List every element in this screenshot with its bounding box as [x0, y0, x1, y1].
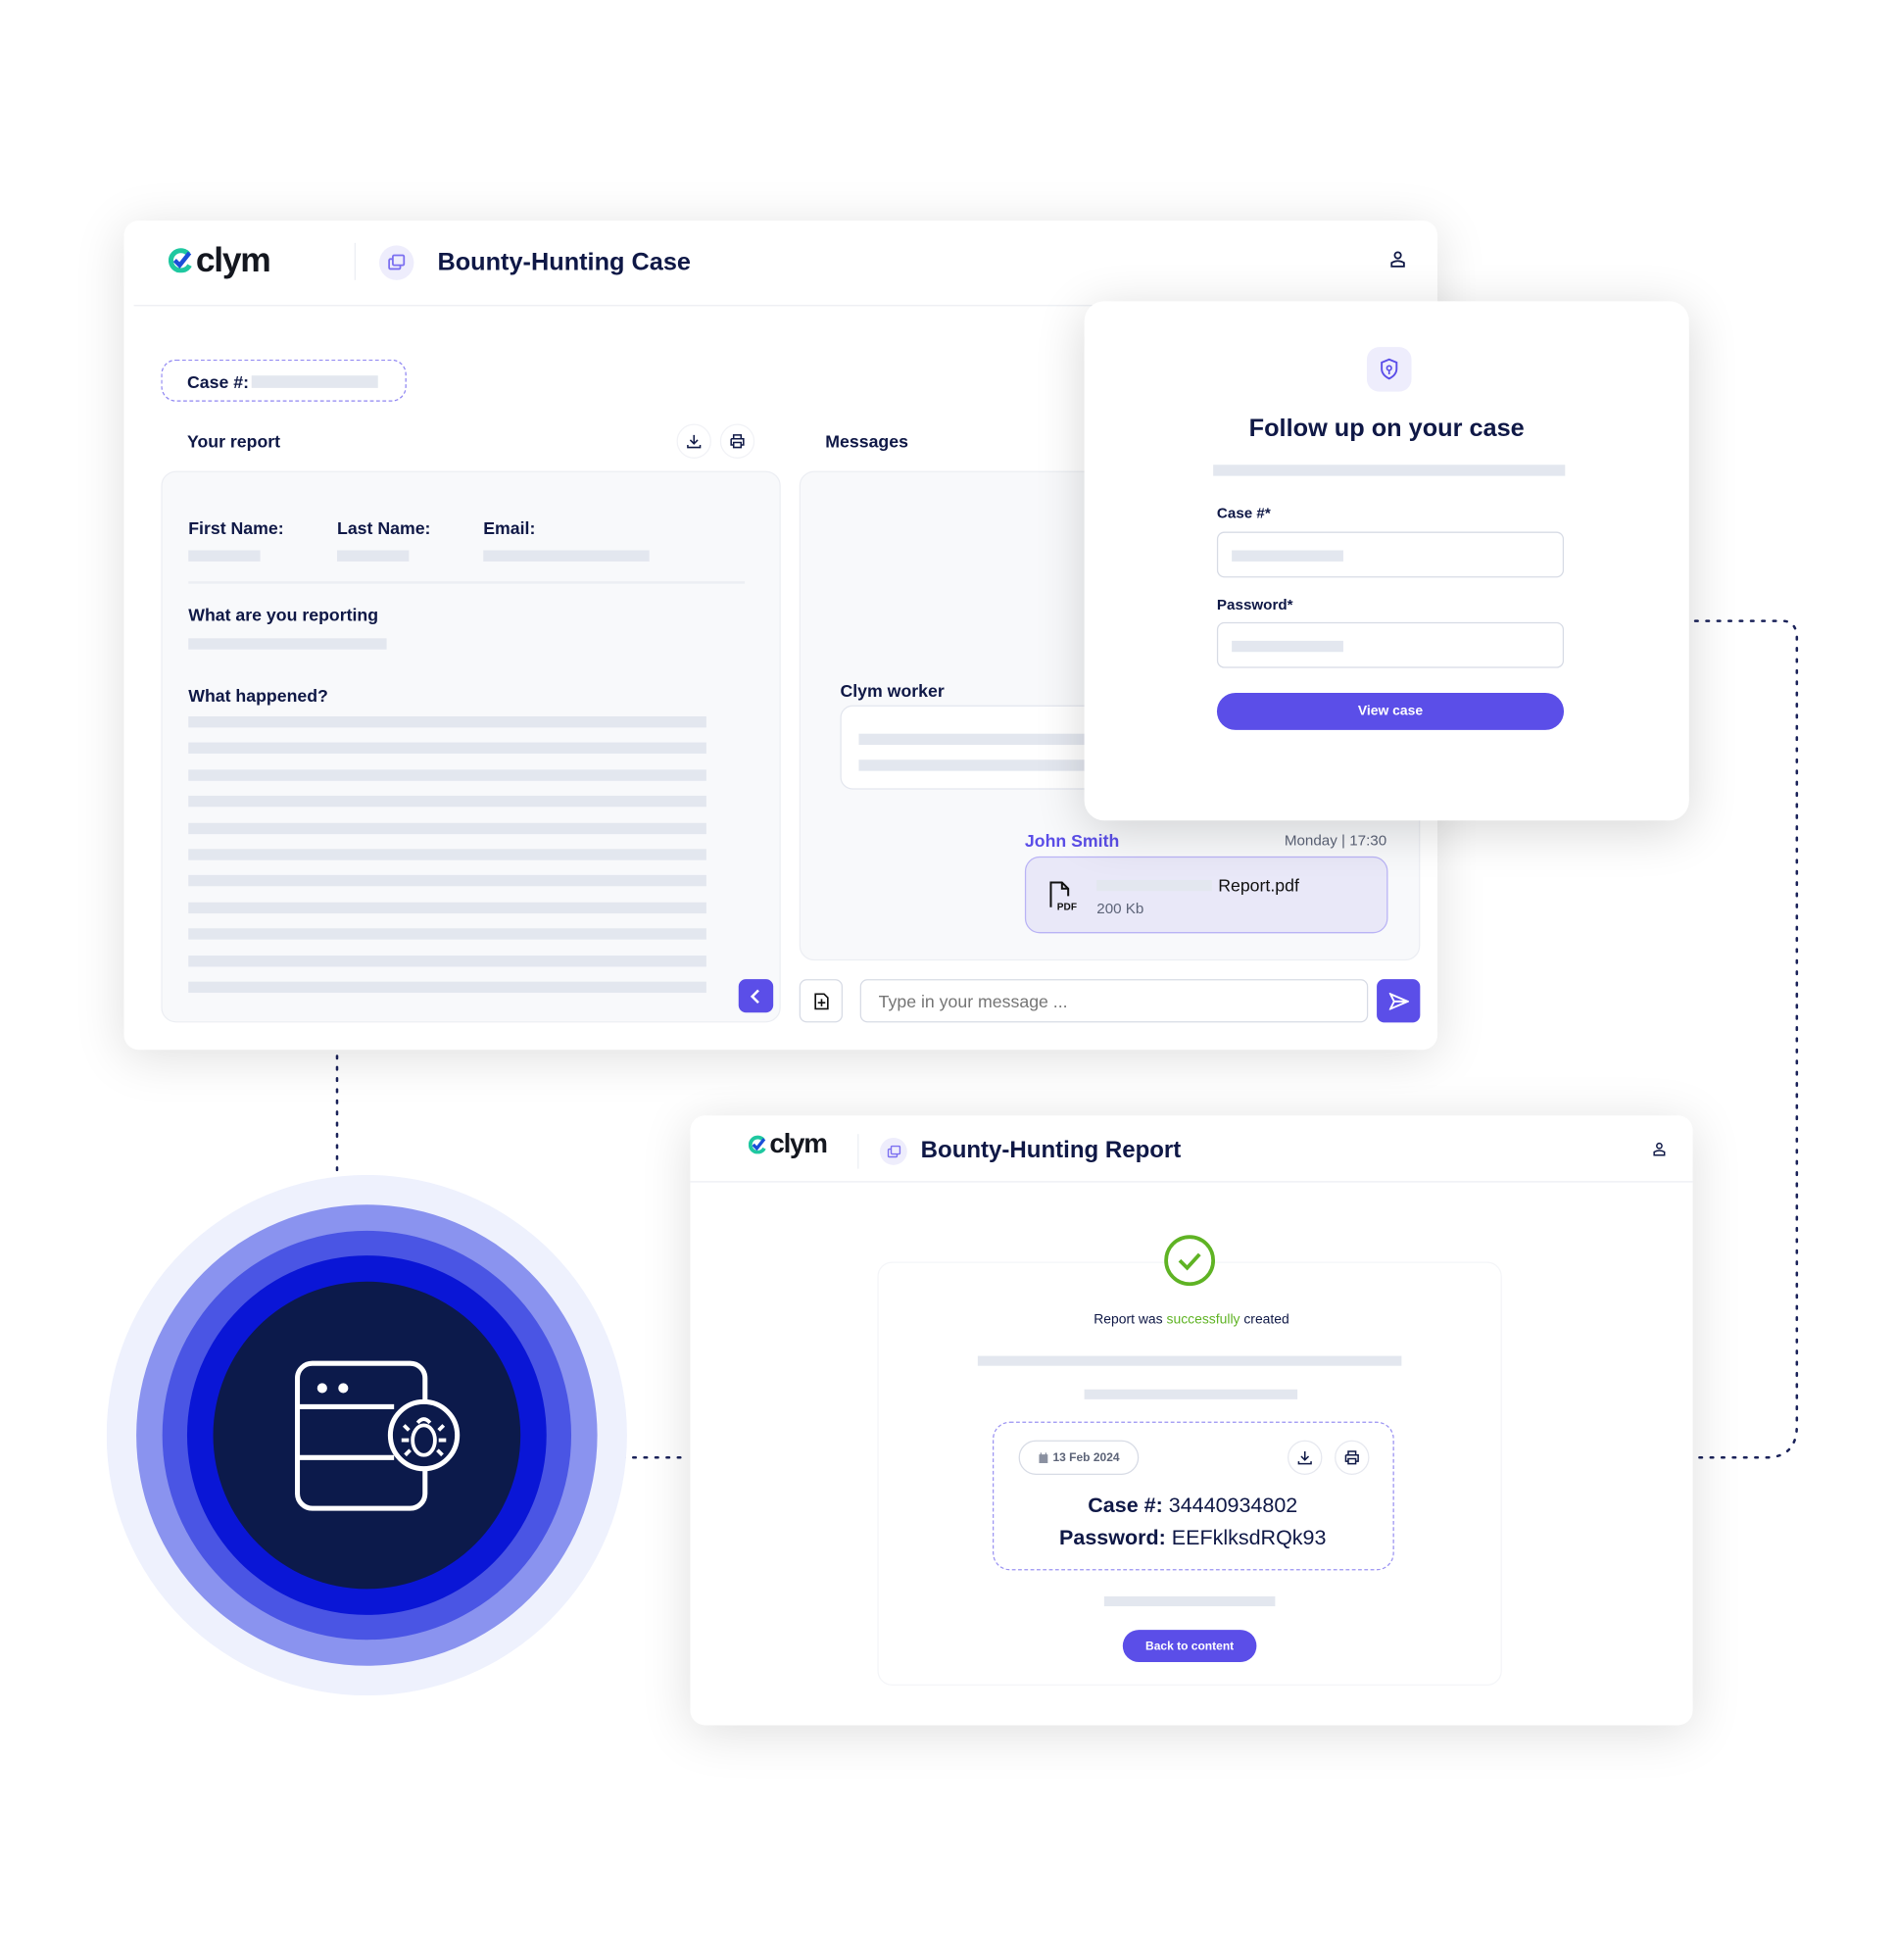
report-window: clym Bounty-Hunting Report Report was su… [690, 1115, 1693, 1726]
text-line-placeholder [188, 875, 706, 887]
case-number-label: Case #: [186, 371, 249, 392]
your-report-heading: Your report [186, 431, 281, 452]
download-icon [1297, 1450, 1312, 1465]
fields-divider [188, 581, 746, 584]
placeholder-line [977, 1355, 1402, 1366]
attach-file-button[interactable] [799, 979, 843, 1023]
email-value [483, 550, 650, 562]
header-divider [857, 1134, 859, 1169]
text-line-placeholder [188, 796, 706, 808]
view-case-button[interactable]: View case [1216, 692, 1565, 730]
download-button[interactable] [1288, 1440, 1323, 1475]
case-number-placeholder [251, 375, 378, 388]
page-title: Bounty-Hunting Case [437, 249, 691, 277]
success-message: Report was successfully created [1094, 1312, 1289, 1328]
print-button[interactable] [1335, 1440, 1370, 1475]
bug-server-icon [106, 1174, 627, 1696]
text-line-placeholder [188, 769, 706, 781]
clym-logo: clym [748, 1127, 828, 1160]
placeholder-line [1103, 1595, 1276, 1607]
last-name-value [336, 550, 410, 562]
logo-text: clym [769, 1127, 828, 1159]
text-line-placeholder [188, 743, 706, 755]
case-number-input[interactable] [1216, 531, 1565, 578]
report-date: 13 Feb 2024 [1052, 1450, 1120, 1465]
message-sender: John Smith [1024, 830, 1120, 851]
check-circle-icon [1164, 1235, 1216, 1287]
first-name-value [188, 550, 261, 562]
case-number-line: Case #: 34440934802 [1088, 1493, 1298, 1517]
report-panel: First Name: Last Name: Email: What are y… [161, 470, 781, 1023]
message-input[interactable] [859, 979, 1369, 1023]
attachment-bubble[interactable]: PDF Report.pdf 200 Kb [1024, 856, 1388, 934]
file-name-placeholder [1096, 879, 1212, 892]
what-happened-label: What happened? [188, 685, 328, 706]
send-button[interactable] [1377, 979, 1421, 1023]
what-reporting-value [188, 638, 387, 650]
download-icon [687, 434, 702, 449]
clym-logo-icon [168, 248, 192, 273]
password-input[interactable] [1216, 621, 1565, 668]
calendar-icon [1038, 1451, 1047, 1463]
password-input-value [1232, 640, 1343, 653]
date-pill: 13 Feb 2024 [1018, 1440, 1140, 1475]
email-label: Email: [483, 517, 536, 538]
text-line-placeholder [188, 715, 706, 728]
follow-up-title: Follow up on your case [1248, 415, 1525, 443]
case-number-box: Case #: [161, 359, 407, 402]
user-icon[interactable] [1390, 250, 1405, 273]
placeholder-line [1084, 1389, 1298, 1399]
attach-file-icon [813, 992, 829, 1009]
bug-bounty-illustration [106, 1174, 627, 1696]
password-line: Password: EEFklksdRQk93 [1059, 1525, 1327, 1549]
messages-heading: Messages [825, 431, 908, 452]
text-line-placeholder [188, 902, 706, 913]
text-line-placeholder [188, 849, 706, 860]
follow-up-card: Follow up on your case Case #* Password*… [1084, 301, 1689, 821]
collapse-button[interactable] [738, 979, 774, 1013]
user-icon[interactable] [1653, 1141, 1666, 1163]
print-button[interactable] [719, 423, 755, 459]
back-to-content-button[interactable]: Back to content [1122, 1630, 1257, 1662]
file-size: 200 Kb [1096, 900, 1144, 917]
follow-up-subtitle-placeholder [1213, 465, 1566, 476]
first-name-label: First Name: [188, 517, 284, 538]
worker-label: Clym worker [840, 680, 945, 701]
download-button[interactable] [676, 423, 711, 459]
print-icon [1344, 1450, 1359, 1465]
last-name-label: Last Name: [336, 517, 431, 538]
message-time: Monday | 17:30 [1284, 831, 1387, 850]
clym-logo: clym [168, 240, 271, 279]
pdf-file-icon: PDF [1049, 881, 1077, 912]
text-line-placeholder [188, 822, 706, 834]
chevron-left-icon [750, 988, 759, 1004]
case-field-label: Case #* [1216, 504, 1271, 522]
case-input-value [1232, 550, 1343, 562]
password-field-label: Password* [1216, 596, 1293, 614]
header-border [690, 1181, 1693, 1183]
header-divider [354, 242, 356, 280]
text-line-placeholder [188, 955, 706, 966]
page-title: Bounty-Hunting Report [920, 1137, 1182, 1164]
case-icon [879, 1137, 907, 1165]
shield-icon [1366, 347, 1412, 392]
svg-text:PDF: PDF [1057, 902, 1077, 912]
clym-logo-icon [748, 1135, 766, 1153]
case-icon [378, 245, 414, 280]
send-icon [1388, 992, 1409, 1010]
logo-text: clym [195, 240, 271, 279]
file-name: Report.pdf [1218, 874, 1299, 896]
text-line-placeholder [188, 981, 706, 994]
text-line-placeholder [188, 928, 706, 940]
what-reporting-label: What are you reporting [188, 605, 379, 625]
print-icon [730, 434, 745, 449]
credentials-box: 13 Feb 2024 Case #: 34440934802 Password… [993, 1421, 1394, 1571]
